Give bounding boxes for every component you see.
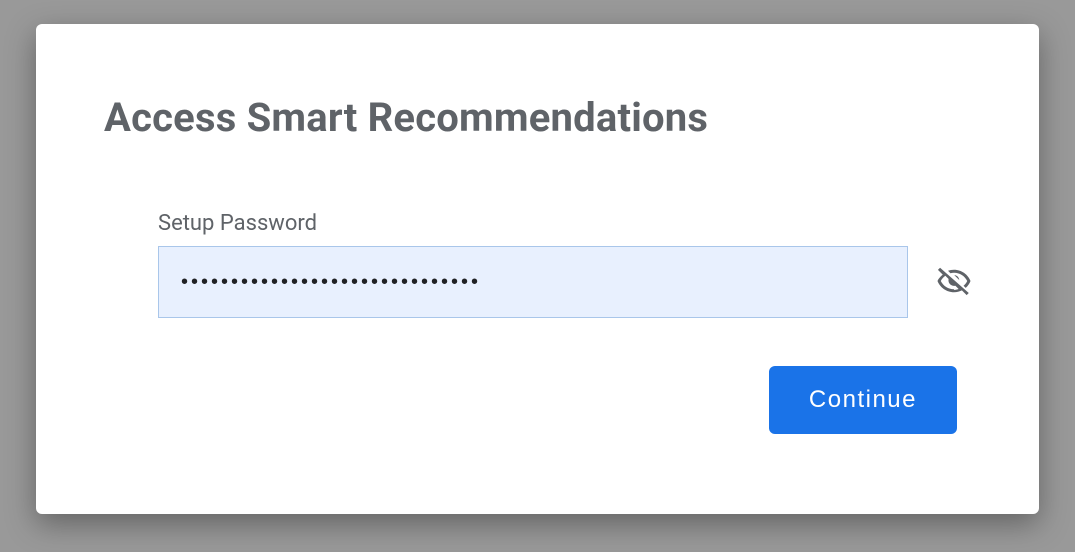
access-modal: Access Smart Recommendations Setup Passw…	[36, 24, 1039, 514]
visibility-off-icon	[936, 263, 972, 302]
password-label: Setup Password	[158, 211, 971, 236]
password-input-row	[158, 246, 971, 318]
password-field-wrap: Setup Password	[158, 211, 971, 318]
setup-password-input[interactable]	[158, 246, 908, 318]
toggle-password-visibility-button[interactable]	[930, 257, 978, 308]
modal-title: Access Smart Recommendations	[104, 94, 971, 141]
continue-button[interactable]: Continue	[769, 366, 957, 434]
modal-actions: Continue	[104, 366, 971, 434]
